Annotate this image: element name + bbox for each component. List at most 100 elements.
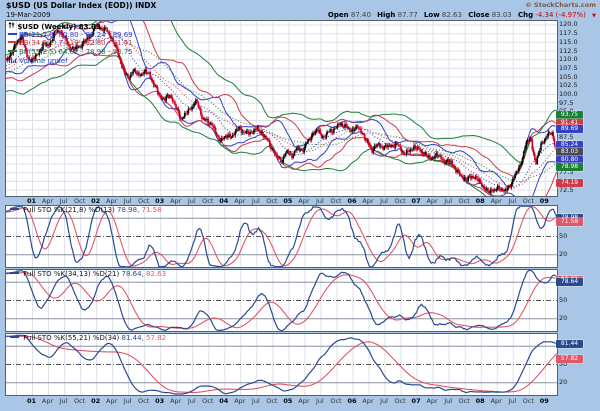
x-axis-year-label: 01 — [27, 197, 36, 205]
bb34-line-swatch — [8, 41, 17, 43]
x-axis-month-label: Oct — [266, 397, 277, 405]
x-axis-month-label: Oct — [394, 197, 405, 205]
x-axis-month-label: Oct — [330, 197, 341, 205]
panel-y-tick: 50 — [559, 296, 567, 304]
x-axis-month-label: Jul — [188, 397, 196, 405]
bb55-legend-row: BB(55,2.5) 64.82 - 78.98 - 93.75 — [8, 48, 133, 56]
x-axis-year-label: 06 — [347, 197, 356, 205]
x-axis-year-label: 09 — [540, 397, 549, 405]
x-axis-year-label: 07 — [412, 397, 421, 405]
x-axis-month-label: Oct — [74, 197, 85, 205]
x-axis-month-label: Jul — [252, 197, 260, 205]
price-badge: 78.98 — [556, 163, 583, 171]
x-axis-month-label: Apr — [491, 197, 502, 205]
y-axis-tick: 107.5 — [559, 64, 578, 72]
bb34-legend-row: BB(34,2.1) 74.19 - 82.80 - 91.41 — [8, 39, 133, 47]
x-axis-month-label: Apr — [106, 197, 117, 205]
stochastic-badge: 81.44 — [556, 340, 583, 348]
panel-y-tick: 50 — [559, 232, 567, 240]
y-axis-tick: 102.5 — [559, 81, 578, 89]
sto3-d-value: 57.82 — [146, 334, 166, 342]
x-axis-year-label: 06 — [347, 397, 356, 405]
x-axis-month-label: Oct — [459, 197, 470, 205]
x-axis-month-label: Jul — [316, 197, 324, 205]
low-label: Low — [424, 11, 440, 19]
x-axis-bottom: 01AprJulOct02AprJulOct03AprJulOct04AprJu… — [0, 397, 600, 407]
close-label: Close — [468, 11, 489, 19]
stochastic-badge: 78.64 — [556, 278, 583, 286]
x-axis-month-label: Oct — [394, 397, 405, 405]
x-axis-month-label: Apr — [170, 397, 181, 405]
x-axis-month-label: Oct — [138, 197, 149, 205]
sto2-line-swatch — [10, 272, 19, 274]
chg-down-arrow-icon: ▼ — [592, 13, 596, 19]
y-axis-tick: 117.5 — [559, 29, 578, 37]
x-axis-month-label: Apr — [362, 397, 373, 405]
stochastic-2-legend: Full STO %K(34,13) %D(21) 78.64, 82.63 — [10, 270, 166, 278]
x-axis-year-label: 08 — [476, 197, 485, 205]
stochastic-badge: 71.58 — [556, 218, 583, 226]
x-axis-month-label: Apr — [298, 397, 309, 405]
x-axis-month-label: Apr — [106, 397, 117, 405]
bb21-line-swatch — [8, 33, 17, 35]
bb21-legend-row: BB(21,2.0) 80.80 - 85.24 - 89.69 — [8, 31, 133, 39]
x-axis-month-label: Apr — [491, 397, 502, 405]
open-value: 87.40 — [351, 11, 371, 19]
x-axis-month-label: Oct — [74, 397, 85, 405]
x-axis-year-label: 05 — [283, 397, 292, 405]
x-axis-month-label: Oct — [266, 197, 277, 205]
x-axis-month-label: Jul — [508, 397, 516, 405]
price-legend-row: $USD (Weekly) 83.03 — [8, 21, 133, 31]
x-axis-month-label: Jul — [124, 197, 132, 205]
chart-date: 19-Mar-2009 — [6, 11, 51, 19]
sto2-d-value: 82.63 — [146, 270, 166, 278]
chg-value: -4.34 (-4.97%) — [535, 11, 586, 19]
y-axis-tick: 120.0 — [559, 20, 578, 28]
x-axis-month-label: Apr — [298, 197, 309, 205]
stockcharts-usd-weekly-chart: $USD (US Dollar Index (EOD)) INDX © Stoc… — [0, 0, 600, 411]
stochastic-panel-2-canvas — [6, 270, 557, 331]
x-axis-month-label: Oct — [523, 397, 534, 405]
x-axis-month-label: Jul — [316, 397, 324, 405]
x-axis-year-label: 08 — [476, 397, 485, 405]
sto1-legend-text: Full STO %K(21,8) %D(13) — [23, 206, 115, 214]
x-axis-year-label: 05 — [283, 197, 292, 205]
x-axis-month-label: Oct — [459, 397, 470, 405]
chg-label: Chg — [518, 11, 533, 19]
stochastic-panel-2 — [5, 269, 558, 332]
stochastic-panel-3-canvas — [6, 334, 557, 395]
y-axis-tick: 110.0 — [559, 55, 578, 63]
x-axis-month-label: Jul — [124, 397, 132, 405]
y-axis-tick: 112.5 — [559, 47, 578, 55]
y-axis-tick: 105.0 — [559, 73, 578, 81]
x-axis-month-label: Jul — [60, 397, 68, 405]
open-label: Open — [328, 11, 349, 19]
x-axis-month-label: Jul — [380, 397, 388, 405]
panel-y-tick: 20 — [559, 314, 567, 322]
price-legend-text: $USD (Weekly) 83.03 — [17, 23, 100, 31]
chart-title: $USD (US Dollar Index (EOD)) INDX — [6, 1, 156, 10]
bb55-line-swatch — [8, 50, 17, 52]
x-axis-month-label: Apr — [426, 197, 437, 205]
x-axis-top: 01AprJulOct02AprJulOct03AprJulOct04AprJu… — [0, 197, 600, 207]
price-badge: 74.19 — [556, 179, 583, 187]
x-axis-month-label: Jul — [444, 397, 452, 405]
x-axis-month-label: Jul — [60, 197, 68, 205]
y-axis-tick: 115.0 — [559, 38, 578, 46]
x-axis-month-label: Apr — [42, 397, 53, 405]
x-axis-month-label: Apr — [170, 197, 181, 205]
bb55-legend-text: BB(55,2.5) 64.82 - 78.98 - 93.75 — [19, 48, 133, 56]
x-axis-year-label: 01 — [27, 397, 36, 405]
x-axis-year-label: 03 — [155, 197, 164, 205]
symbol-description: (US Dollar Index (EOD)) INDX — [33, 1, 156, 10]
x-axis-month-label: Apr — [234, 397, 245, 405]
sto3-line-swatch — [10, 336, 19, 338]
x-axis-month-label: Apr — [362, 197, 373, 205]
x-axis-month-label: Apr — [426, 397, 437, 405]
sto3-k-value: 81.44, — [122, 334, 144, 342]
x-axis-month-label: Oct — [330, 397, 341, 405]
x-axis-month-label: Oct — [523, 197, 534, 205]
sto2-legend-text: Full STO %K(34,13) %D(21) — [23, 270, 119, 278]
x-axis-year-label: 09 — [540, 197, 549, 205]
panel-y-tick: 20 — [559, 250, 567, 258]
